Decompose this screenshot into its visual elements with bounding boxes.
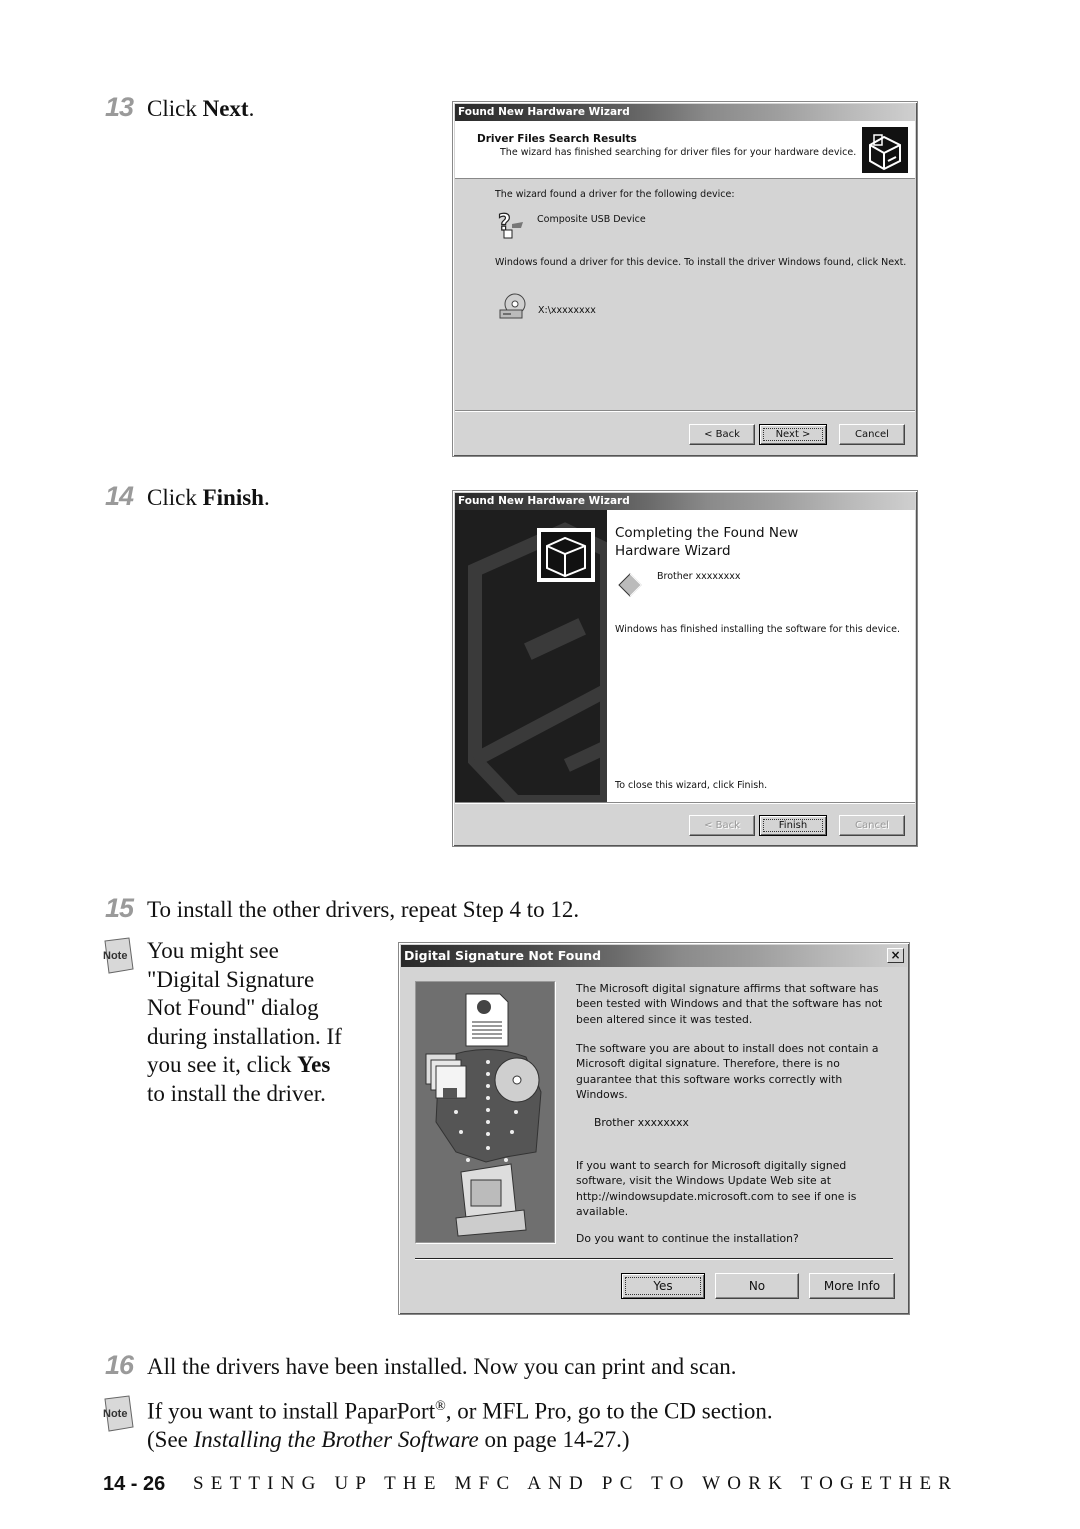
windows-update-info: If you want to search for Microsoft digi… <box>576 1159 857 1218</box>
close-instruction: To close this wizard, click Finish. <box>615 780 768 791</box>
step-13-pre: Click <box>147 96 203 121</box>
step-15-text: To install the other drivers, repeat Ste… <box>147 897 580 922</box>
step-13-text: Click Next. <box>147 95 254 123</box>
note-1-line: you see it, click Yes <box>147 1051 342 1080</box>
close-button[interactable]: × <box>887 948 904 963</box>
separator <box>455 802 915 804</box>
back-label: < Back <box>704 429 740 440</box>
dialog-titlebar: Found New Hardware Wizard <box>455 104 915 121</box>
more-info-label: More Info <box>823 1279 881 1293</box>
step-number-14: 14 <box>105 481 134 511</box>
wizard-side-graphic <box>455 510 607 802</box>
page-number: 14 - 26 <box>103 1473 166 1495</box>
note-2-text: If you want to install PaparPort®, or MF… <box>147 1393 773 1455</box>
next-label: Next > <box>775 429 811 440</box>
note-1-line: "Digital Signature <box>147 966 315 992</box>
note-2-post: , or MFL Pro, go to the CD section. <box>445 1398 773 1424</box>
header-subtitle: The wizard has finished searching for dr… <box>500 147 857 158</box>
device-name: Brother xxxxxxxx <box>594 1116 689 1129</box>
step-13-post: . <box>248 96 255 121</box>
cancel-button[interactable]: Cancel <box>839 815 905 836</box>
note-1-line: Not Found" dialog <box>147 995 319 1020</box>
step-13-bold: Next <box>202 96 249 121</box>
note-2-line2-pre: (See <box>147 1427 194 1453</box>
finish-button[interactable]: Finish <box>759 815 827 836</box>
heading-line-1: Completing the Found New <box>615 525 799 541</box>
note-icon: Note <box>99 1395 137 1433</box>
completing-wizard-dialog: Found New Hardware Wizard Completing the… <box>452 490 918 847</box>
yes-button[interactable]: Yes <box>621 1273 705 1299</box>
back-button[interactable]: < Back <box>689 424 755 445</box>
wizard-header: Driver Files Search Results The wizard h… <box>455 121 915 179</box>
continue-question: Do you want to continue the installation… <box>576 1232 799 1245</box>
note-label: Note <box>103 950 127 962</box>
device-diamond-icon <box>617 572 643 598</box>
next-button[interactable]: Next > <box>759 424 827 445</box>
chapter-title: SETTING UP THE MFC AND PC TO WORK TOGETH… <box>193 1473 959 1494</box>
back-label: < Back <box>704 820 740 831</box>
wizard-content: Completing the Found New Hardware Wizard … <box>607 510 915 802</box>
no-signature-warning: The software you are about to install do… <box>576 1042 879 1101</box>
cross-reference-title: Installing the Brother Software <box>193 1427 479 1453</box>
cd-drive-icon <box>497 293 529 321</box>
finished-text: Windows has finished installing the soft… <box>615 624 900 635</box>
no-button[interactable]: No <box>715 1273 799 1299</box>
back-button[interactable]: < Back <box>689 815 755 836</box>
note-1-line: You might see <box>147 938 279 963</box>
step-14-pre: Click <box>147 485 203 510</box>
cancel-button[interactable]: Cancel <box>839 424 905 445</box>
note-1-yes-bold: Yes <box>297 1052 331 1077</box>
note-2-pre: If you want to install PaparPort <box>147 1398 436 1424</box>
note-1-line5-pre: you see it, click <box>147 1052 298 1077</box>
signature-illustration <box>415 981 555 1243</box>
step-16-text: All the drivers have been installed. Now… <box>147 1354 737 1379</box>
driver-search-results-dialog: Found New Hardware Wizard Driver Files S… <box>452 101 918 457</box>
separator <box>415 1258 893 1260</box>
step-number-16: 16 <box>105 1350 134 1380</box>
hardware-icon <box>862 127 908 173</box>
signature-explanation: The Microsoft digital signature affirms … <box>576 982 883 1026</box>
heading-line-2: Hardware Wizard <box>615 543 731 559</box>
dialog-titlebar: Found New Hardware Wizard <box>455 493 915 510</box>
completion-heading: Completing the Found New Hardware Wizard <box>615 524 798 560</box>
unknown-device-icon: ? <box>495 208 525 240</box>
note-label: Note <box>103 1408 127 1420</box>
found-driver-text: The wizard found a driver for the follow… <box>495 189 735 200</box>
note-1-line: during installation. If <box>147 1023 342 1049</box>
note-1-line: to install the driver. <box>147 1080 326 1106</box>
device-name: Brother xxxxxxxx <box>657 571 741 582</box>
cancel-label: Cancel <box>855 429 889 440</box>
more-info-button[interactable]: More Info <box>809 1273 895 1299</box>
device-name: Composite USB Device <box>537 214 646 225</box>
separator <box>455 410 915 412</box>
cancel-label: Cancel <box>855 820 889 831</box>
note-icon: Note <box>99 937 137 975</box>
dialog-titlebar: Digital Signature Not Found <box>401 945 907 967</box>
header-title: Driver Files Search Results <box>477 133 637 145</box>
note-1-text: You might see "Digital Signature Not Fou… <box>147 937 342 1108</box>
step-14-bold: Finish <box>202 485 264 510</box>
no-label: No <box>748 1279 766 1293</box>
driver-path: X:\xxxxxxxx <box>538 305 596 316</box>
note-2-line-2: (See Installing the Brother Software on … <box>147 1426 773 1455</box>
registered-mark: ® <box>435 1399 446 1414</box>
note-2-line2-post: on page 14-27.) <box>478 1427 630 1453</box>
step-number-15: 15 <box>105 893 134 923</box>
step-14-post: . <box>263 485 270 510</box>
digital-signature-dialog: Digital Signature Not Found × The Micros… <box>398 942 910 1315</box>
note-2-line-1: If you want to install PaparPort®, or MF… <box>147 1393 773 1426</box>
step-14-text: Click Finish. <box>147 484 270 512</box>
instruction-text: Windows found a driver for this device. … <box>495 257 907 268</box>
finish-label: Finish <box>778 820 808 831</box>
yes-label: Yes <box>653 1279 673 1293</box>
step-number-13: 13 <box>105 92 134 122</box>
